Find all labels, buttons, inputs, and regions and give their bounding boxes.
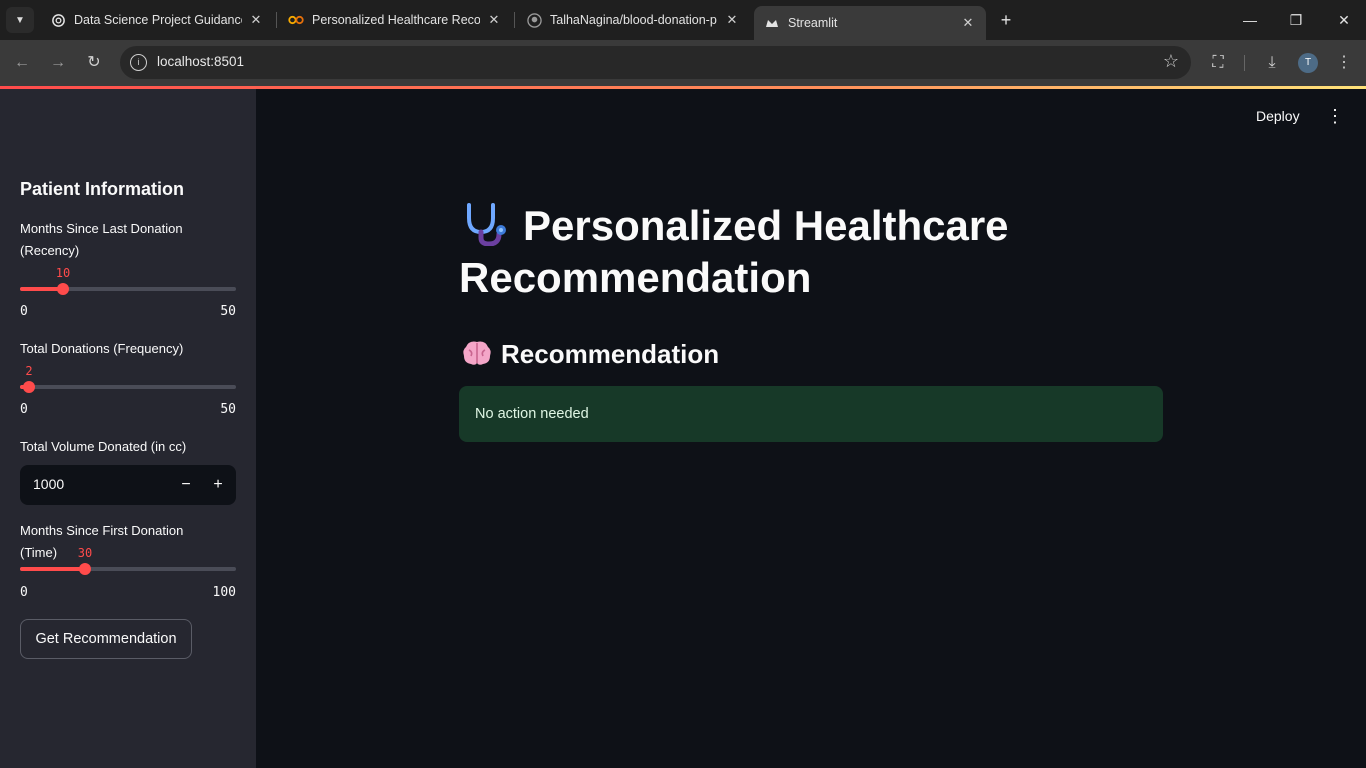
sidebar: Patient Information Months Since Last Do… bbox=[0, 89, 256, 768]
openai-icon bbox=[50, 12, 66, 28]
profile-avatar[interactable]: T bbox=[1298, 53, 1318, 73]
decrement-button[interactable]: − bbox=[174, 473, 198, 497]
page-title: Personalized Healthcare Recommendation bbox=[459, 200, 1139, 304]
url-text[interactable]: localhost:8501 bbox=[157, 54, 244, 69]
bookmark-star-icon[interactable]: ☆ bbox=[1163, 51, 1179, 72]
slider-min: 0 bbox=[20, 585, 28, 600]
slider-value: 10 bbox=[55, 266, 71, 280]
forward-arrow-icon[interactable]: → bbox=[46, 51, 70, 75]
close-window-button[interactable]: ✕ bbox=[1332, 8, 1356, 32]
increment-button[interactable]: + bbox=[206, 473, 230, 497]
slider-value: 30 bbox=[77, 546, 93, 560]
slider-thumb[interactable] bbox=[79, 563, 91, 575]
frequency-range: 0 50 bbox=[20, 402, 236, 418]
slider-value: 2 bbox=[25, 364, 33, 378]
page-title-text: Personalized Healthcare Recommendation bbox=[459, 202, 1009, 301]
tab-separator bbox=[514, 12, 515, 28]
reload-icon[interactable]: ↻ bbox=[82, 51, 106, 75]
recommendation-subheader: Recommendation bbox=[461, 336, 719, 372]
site-info-icon[interactable]: i bbox=[130, 54, 147, 71]
brain-icon bbox=[461, 338, 493, 368]
toolbar-divider bbox=[1244, 55, 1245, 71]
tab-github[interactable]: TalhaNagina/blood-donation-p ✕ bbox=[516, 0, 750, 40]
slider-max: 50 bbox=[220, 402, 236, 417]
sidebar-title: Patient Information bbox=[20, 179, 185, 199]
new-tab-button[interactable]: + bbox=[996, 10, 1016, 30]
recency-slider[interactable]: 10 bbox=[20, 266, 236, 309]
time-slider[interactable]: 30 bbox=[20, 546, 236, 589]
browser-toolbar: ← → ↻ i localhost:8501 ☆ ⛶ ⤓ ⋮ bbox=[0, 40, 1366, 86]
slider-max: 50 bbox=[220, 304, 236, 319]
volume-value[interactable]: 1000 bbox=[33, 476, 64, 492]
subheader-text: Recommendation bbox=[501, 339, 720, 369]
close-tab-icon[interactable]: ✕ bbox=[724, 12, 740, 28]
tab-data-science[interactable]: Data Science Project Guidance ✕ bbox=[40, 0, 274, 40]
download-icon[interactable]: ⤓ bbox=[1260, 51, 1284, 75]
main-content: Deploy ⋮ Personalized Healthcare Recomme… bbox=[256, 89, 1366, 768]
address-bar[interactable]: i localhost:8501 ☆ bbox=[120, 46, 1191, 79]
slider-min: 0 bbox=[20, 304, 28, 319]
frequency-slider[interactable]: 2 bbox=[20, 364, 236, 407]
streamlit-icon bbox=[764, 15, 780, 31]
slider-max: 100 bbox=[212, 585, 236, 600]
slider-fill bbox=[20, 567, 85, 571]
slider-min: 0 bbox=[20, 402, 28, 417]
close-tab-icon[interactable]: ✕ bbox=[248, 12, 264, 28]
stethoscope-icon bbox=[459, 202, 513, 247]
tab-search-button[interactable]: ▼ bbox=[6, 7, 34, 33]
minimize-button[interactable]: — bbox=[1238, 8, 1262, 32]
tab-streamlit[interactable]: Streamlit ✕ bbox=[754, 6, 986, 40]
volume-number-input[interactable]: 1000 − + bbox=[20, 465, 236, 505]
tab-healthcare-colab[interactable]: Personalized Healthcare Recomm ✕ bbox=[278, 0, 512, 40]
get-recommendation-button[interactable]: Get Recommendation bbox=[20, 619, 192, 659]
recency-label: Months Since Last Donation (Recency) bbox=[20, 221, 183, 258]
close-tab-icon[interactable]: ✕ bbox=[960, 15, 976, 31]
slider-thumb[interactable] bbox=[23, 381, 35, 393]
extensions-icon[interactable]: ⛶ bbox=[1206, 51, 1230, 75]
slider-track[interactable] bbox=[20, 385, 236, 389]
restore-button[interactable]: ❐ bbox=[1284, 8, 1308, 32]
main-menu-icon[interactable]: ⋮ bbox=[1326, 106, 1344, 126]
close-tab-icon[interactable]: ✕ bbox=[486, 12, 502, 28]
recency-range: 0 50 bbox=[20, 304, 236, 320]
slider-thumb[interactable] bbox=[57, 283, 69, 295]
time-range: 0 100 bbox=[20, 585, 236, 601]
browser-tab-bar: ▼ Data Science Project Guidance ✕ Person… bbox=[0, 0, 1366, 40]
success-alert: No action needed bbox=[459, 386, 1163, 442]
github-icon bbox=[526, 12, 542, 28]
colab-icon bbox=[288, 12, 304, 28]
browser-menu-icon[interactable]: ⋮ bbox=[1332, 51, 1356, 75]
volume-label: Total Volume Donated (in cc) bbox=[20, 439, 187, 454]
frequency-label: Total Donations (Frequency) bbox=[20, 341, 184, 356]
deploy-button[interactable]: Deploy bbox=[1256, 108, 1300, 124]
back-arrow-icon[interactable]: ← bbox=[10, 51, 34, 75]
tab-separator bbox=[276, 12, 277, 28]
